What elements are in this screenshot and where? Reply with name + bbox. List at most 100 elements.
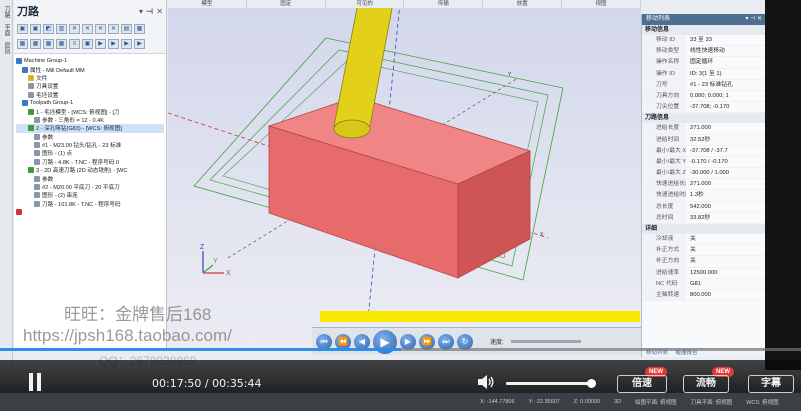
tree-item[interactable]: #2 - M20.00 平底刀 - 20 平底刀 (16, 183, 164, 191)
toolbar-button[interactable]: ▦ (56, 38, 67, 49)
ribbon-group-label[interactable]: 传输 (404, 0, 484, 8)
status-item: 3D (614, 399, 622, 405)
tree-item-icon (22, 100, 28, 107)
toolbar-button[interactable]: ≡ (69, 38, 80, 49)
volume-knob[interactable] (587, 379, 596, 388)
property-name: 操作名称 (642, 57, 686, 68)
toolbar-button[interactable]: ✕ (82, 24, 93, 34)
property-name: 冷却液 (642, 234, 686, 245)
property-row: 快速进给时间 1.3秒 (642, 190, 765, 202)
ribbon-group-label[interactable]: 可见的 (326, 0, 405, 8)
subtitle-button[interactable]: 字幕 (748, 375, 794, 393)
ribbon-group-label[interactable]: 视图 (562, 0, 641, 8)
toolbar-button[interactable]: ◩ (43, 24, 54, 34)
tree-item-label: 毛坯设置 (36, 92, 59, 99)
toolbar-button[interactable]: ✕ (108, 24, 119, 34)
triad-y-axis (202, 264, 214, 274)
toolpath-panel-title: 刀路 (17, 6, 39, 18)
watermark-url: https://jpsh168.taobao.com/ (23, 326, 232, 345)
toolbar-button[interactable]: ✕ (95, 24, 106, 34)
toolbar-button[interactable]: ▶ (121, 38, 132, 49)
tree-item[interactable]: Toolpath Group-1 (16, 99, 164, 107)
pin-icon[interactable]: ⊣ (146, 7, 153, 16)
toolbar-button[interactable]: ▣ (17, 24, 28, 34)
playback-speed-button[interactable]: 倍速 (617, 375, 667, 393)
property-name: 刀号 (642, 79, 686, 90)
property-row: 冷却液关 (642, 234, 765, 246)
property-row: 移动 ID 33 至 33 (642, 35, 765, 47)
section-toolpath-info[interactable]: 刀路信息 (642, 113, 765, 124)
toolbar-button[interactable]: ▦ (30, 38, 41, 49)
tree-item-label: 刀路 - 101.8K - T.NC - 程序号码 (42, 201, 121, 208)
quality-button[interactable]: 流畅 (683, 375, 729, 393)
tree-item[interactable]: 2 - 深孔啄钻(G83) - [WCS: 俯视图] (16, 124, 164, 133)
toolbar-button[interactable]: ▦ (17, 38, 28, 49)
ribbon-group-label[interactable]: 固定 (247, 0, 326, 8)
tree-item[interactable]: 文件 (16, 74, 164, 82)
section-move-info[interactable]: 移动信息 (642, 25, 765, 35)
toolbar-button[interactable]: ▶ (134, 38, 145, 49)
dock-tab-levels[interactable]: 层别 (2, 42, 11, 54)
tree-item-label: 1 - 毛坯模型 - [WCS: 俯视图] - [刀 (36, 109, 120, 116)
property-row: 最小/最大 Z -30.000 / 1.000 (642, 168, 765, 180)
ribbon-group-label[interactable]: 放置 (483, 0, 563, 8)
toolbar-button[interactable]: ▦ (43, 38, 54, 49)
volume-slider[interactable] (506, 379, 596, 388)
toolbar-button[interactable]: ▣ (30, 24, 41, 34)
toolbar-button[interactable]: ▤ (121, 24, 132, 34)
status-item: Y: -22.35607 (528, 399, 560, 405)
tree-item[interactable]: Machine Group-1 (16, 57, 164, 65)
operations-tree: Machine Group-1 属性 - Mill Default MM 文件 刀具设… (14, 54, 166, 219)
tree-item-icon (34, 200, 40, 207)
tree-item[interactable]: 刀路 - 4.8K - T.NC - 程序号码 0 (16, 158, 164, 166)
tree-item[interactable]: 参数 (16, 133, 164, 141)
video-progress-bar[interactable] (0, 348, 801, 351)
tree-item[interactable]: 刀路 - 101.8K - T.NC - 程序号码 (16, 200, 164, 208)
video-controls: 00:17:50 / 00:35:44 NEW NEW 倍速 流畅 字幕 (0, 360, 801, 394)
tree-item[interactable]: 刀具设置 (16, 82, 164, 90)
tree-item[interactable]: 参数 - 三角形 = 12 - 0.4K (16, 116, 164, 124)
tree-item[interactable]: 属性 - Mill Default MM (16, 65, 164, 74)
property-name: 最小/最大 Z (642, 168, 686, 179)
toolbar-button[interactable]: ✕ (69, 24, 80, 34)
property-row: 刀尖位置 -37.708; -0.170 (642, 102, 765, 114)
ribbon-group-label[interactable]: 模型 (168, 0, 247, 8)
tree-item[interactable]: 3 - 2D 高速刀路 (2D 动态铣削) - [WC (16, 166, 164, 174)
toolpath-toolbar: ▣ ▣ ◩ ▥ ✕ ✕ ✕ ✕ ▤ ▦ ▦ ▦ ▦ ▦ ≡ ▣ ▶ ▶ ▶ ▶ (14, 22, 166, 54)
property-row: 主轴转速 800.000 (642, 289, 765, 302)
toolbar-button[interactable]: ▶ (108, 38, 119, 49)
tree-item-label: #2 - M20.00 平底刀 - 20 平底刀 (42, 185, 120, 192)
toolbar-button[interactable]: ▥ (56, 24, 67, 34)
property-value: ID: 3(1 至 1) (690, 70, 722, 77)
close-icon[interactable]: ✕ (156, 7, 163, 16)
volume-icon[interactable] (478, 375, 496, 389)
tree-item-icon (34, 133, 40, 140)
pause-icon[interactable] (27, 373, 43, 391)
panel-controls-icon[interactable]: ▾ ⊣ ✕ (745, 14, 765, 25)
tree-item[interactable]: 图形 - (2) 串连 (16, 191, 164, 199)
toolbar-button[interactable]: ▦ (134, 24, 145, 34)
left-dock-strip: 刀路 平面 层别 (0, 0, 13, 370)
tree-item-icon (28, 167, 34, 174)
property-name: 进给时间 (642, 134, 686, 145)
tree-item-label: 刀路 - 4.8K - T.NC - 程序号码 0 (42, 159, 119, 166)
tree-item[interactable]: 1 - 毛坯模型 - [WCS: 俯视图] - [刀 (16, 107, 164, 116)
dock-tab-planes[interactable]: 平面 (2, 24, 11, 36)
dock-tab-toolpaths[interactable]: 刀路 (2, 6, 11, 18)
property-name: 总时间 (642, 212, 686, 223)
tree-item[interactable]: 参数 (16, 174, 164, 183)
triad-x-label: X (226, 270, 231, 277)
dropdown-icon[interactable]: ▾ (139, 7, 143, 16)
toolbar-button[interactable]: ▶ (95, 38, 106, 49)
tree-item[interactable]: #1 - M23.00 钻头/钻孔 - 23 标准 (16, 141, 164, 149)
speed-slider[interactable] (510, 340, 581, 343)
section-detail[interactable]: 详细 (642, 224, 765, 234)
tree-item-icon (34, 150, 40, 157)
property-value: -30.000 / 1.000 (690, 170, 729, 177)
tree-item[interactable] (16, 208, 164, 216)
tree-item[interactable]: 图形 - (1) 点 (16, 149, 164, 157)
toolbar-button[interactable]: ▣ (82, 38, 93, 49)
graphics-viewport[interactable]: Y X Z X Y (168, 8, 641, 348)
tree-item[interactable]: 毛坯设置 (16, 91, 164, 99)
property-value: 线性快速移动 (690, 48, 725, 55)
